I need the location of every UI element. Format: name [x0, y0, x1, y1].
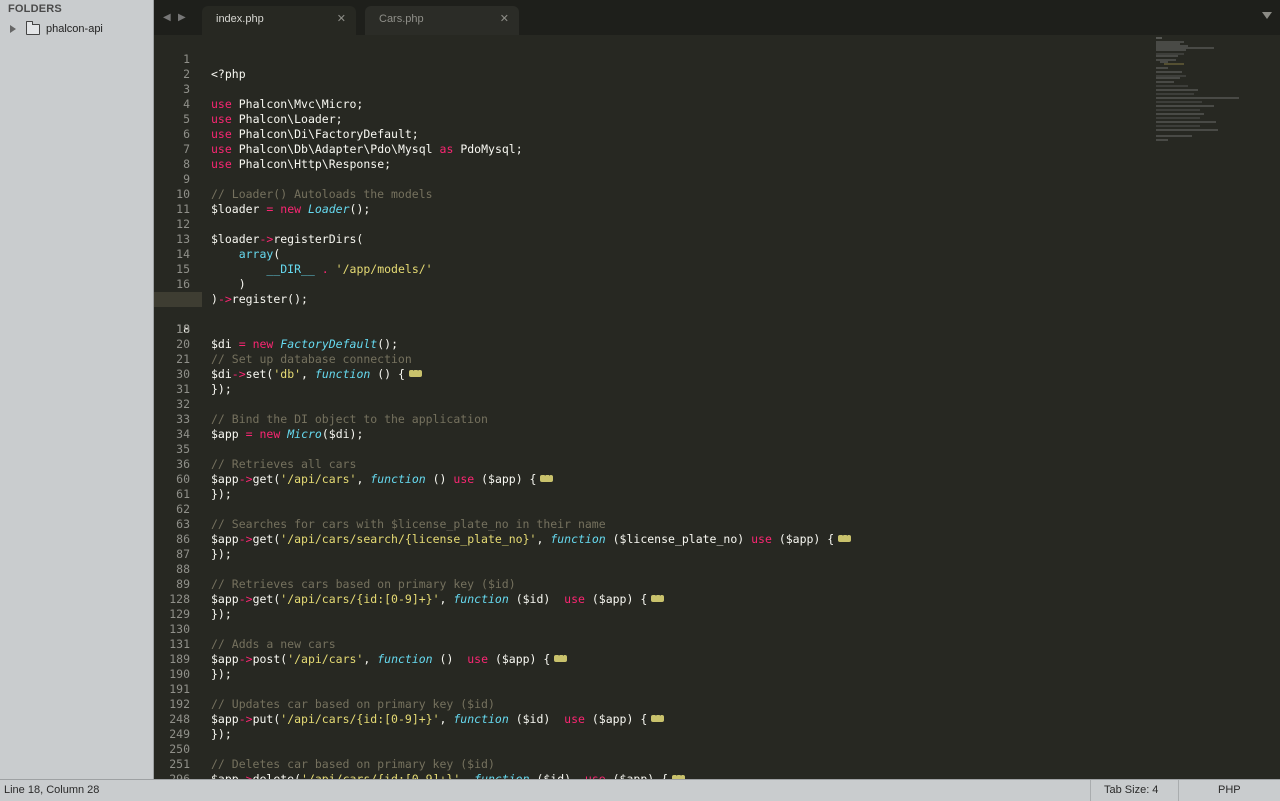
code-line: 89 $app->get('/api/cars/{id:[0-9]+}', fu…: [154, 562, 1154, 606]
code-line: 11: [154, 187, 1154, 216]
code-editor[interactable]: 1 <?php 2 3 use Phalcon\Mvc\Micro; 4 use…: [154, 35, 1280, 779]
code-line: 87: [154, 532, 1154, 561]
code-line: 61: [154, 472, 1154, 501]
status-divider: [1090, 780, 1091, 801]
tab-cars-php[interactable]: Cars.php ✕: [365, 6, 519, 35]
expand-arrow-icon[interactable]: [10, 25, 16, 33]
code-line: 10 $loader = new Loader();: [154, 172, 1154, 216]
code-line: 36 $app->get('/api/cars', function () us…: [154, 442, 1154, 486]
code-line: 3 use Phalcon\Mvc\Micro;: [154, 67, 1154, 111]
code-line: 189 });: [154, 637, 1154, 681]
code-line: 33 $app = new Micro($di);: [154, 397, 1154, 441]
code-line: 2: [154, 52, 1154, 81]
code-line: 17: [154, 277, 1154, 306]
tab-dropdown-icon[interactable]: [1262, 12, 1272, 19]
tab-label: Cars.php: [379, 13, 424, 25]
code-line: 296 });: [154, 757, 1154, 779]
syntax-selector[interactable]: PHP: [1218, 784, 1241, 796]
code-line: 34: [154, 412, 1154, 441]
code-line: 12 $loader->registerDirs(: [154, 202, 1154, 246]
code-line: 14 __DIR__ . '/app/models/': [154, 232, 1154, 276]
sidebar: FOLDERS phalcon-api: [0, 0, 154, 779]
code-line: 30 });: [154, 352, 1154, 396]
code-line: 86 });: [154, 517, 1154, 561]
code-line: 16 )->register();: [154, 262, 1154, 306]
code-line: 13 array(: [154, 217, 1154, 261]
code-line: 15 ): [154, 247, 1154, 291]
code-line: 5 use Phalcon\Di\FactoryDefault;: [154, 97, 1154, 141]
status-bar: Line 18, Column 28 Tab Size: 4 PHP: [0, 779, 1280, 801]
code-line: 131 $app->post('/api/cars', function () …: [154, 622, 1154, 666]
minimap[interactable]: [1154, 35, 1264, 155]
current-code-line: 18 $di = new FactoryDefault();: [154, 292, 1154, 351]
code-line: 6 use Phalcon\Db\Adapter\Pdo\Mysql as Pd…: [154, 112, 1154, 156]
code-line: 60 });: [154, 457, 1154, 501]
code-line: 251 $app->delete('/api/cars/{id:[0-9]+}'…: [154, 742, 1154, 779]
tab-label: index.php: [216, 13, 264, 25]
folders-header: FOLDERS: [8, 3, 62, 15]
tab-prev-icon[interactable]: ◀: [163, 12, 171, 23]
code-line: 192 $app->put('/api/cars/{id:[0-9]+}', f…: [154, 682, 1154, 726]
code-line: 35 // Retrieves all cars: [154, 427, 1154, 471]
code-line: 128 });: [154, 577, 1154, 621]
code-line: 129: [154, 592, 1154, 621]
folder-label: phalcon-api: [46, 23, 103, 35]
code-line: 249: [154, 712, 1154, 741]
folder-item-phalcon-api[interactable]: phalcon-api: [10, 20, 103, 37]
code-line: 1 <?php: [154, 37, 1154, 81]
code-line: 297: [154, 772, 1154, 779]
code-line: 62 // Searches for cars with $license_pl…: [154, 487, 1154, 531]
code-line: 4 use Phalcon\Loader;: [154, 82, 1154, 126]
code-line: 20 // Set up database connection: [154, 322, 1154, 366]
code-line: 130 // Adds a new cars: [154, 607, 1154, 651]
cursor-position: Line 18, Column 28: [4, 784, 100, 796]
code-line: 88 // Retrieves cars based on primary ke…: [154, 547, 1154, 591]
code-line: 63 $app->get('/api/cars/search/{license_…: [154, 502, 1154, 546]
tab-size-selector[interactable]: Tab Size: 4: [1104, 784, 1158, 796]
code-line: 9 // Loader() Autoloads the models: [154, 157, 1154, 201]
tab-index-php[interactable]: index.php ✕: [202, 6, 356, 35]
code-line: 190: [154, 652, 1154, 681]
code-line: 8: [154, 142, 1154, 171]
code-line: 7 use Phalcon\Http\Response;: [154, 127, 1154, 171]
code-line: 32 // Bind the DI object to the applicat…: [154, 382, 1154, 426]
close-icon[interactable]: ✕: [337, 12, 346, 25]
tab-next-icon[interactable]: ▶: [178, 12, 186, 23]
close-icon[interactable]: ✕: [500, 12, 509, 25]
code-line: 31: [154, 367, 1154, 396]
code-line: 19: [154, 307, 1154, 336]
code-line: 191 // Updates car based on primary key …: [154, 667, 1154, 711]
code-line: 248 });: [154, 697, 1154, 741]
tab-bar: ◀ ▶ index.php ✕ Cars.php ✕: [154, 0, 1280, 35]
folder-icon: [26, 20, 40, 35]
code-line: 21 $di->set('db', function () {: [154, 337, 1154, 381]
status-divider: [1178, 780, 1179, 801]
code-line: 250 // Deletes car based on primary key …: [154, 727, 1154, 771]
